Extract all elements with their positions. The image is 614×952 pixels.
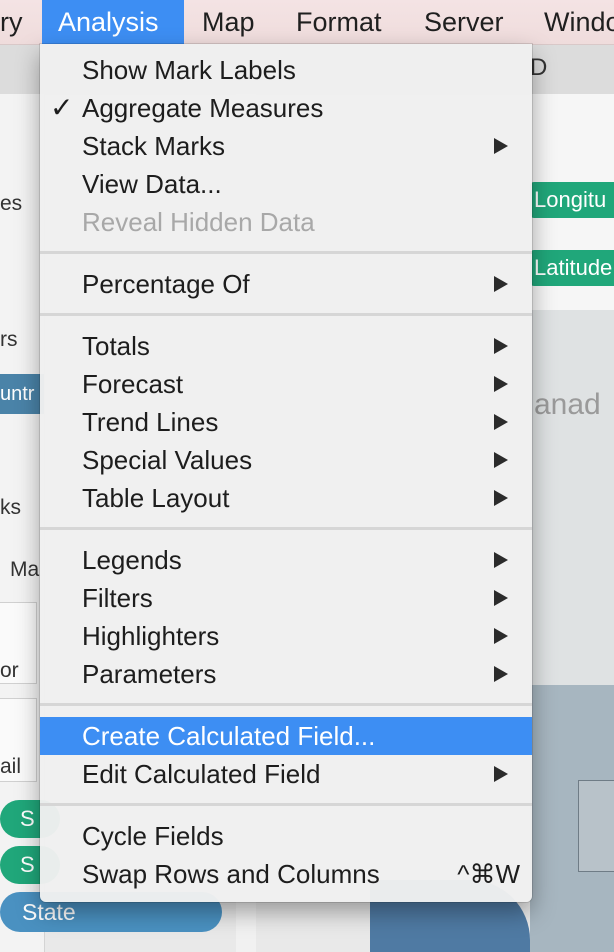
map-state-shape[interactable] bbox=[578, 780, 614, 872]
menu-item-aggregate-measures[interactable]: ✓ Aggregate Measures bbox=[40, 89, 532, 127]
submenu-arrow-icon bbox=[494, 276, 508, 292]
menu-item-reveal-hidden-data: Reveal Hidden Data bbox=[82, 207, 315, 237]
submenu-arrow-icon bbox=[494, 766, 508, 782]
menu-item-table-layout[interactable]: Table Layout bbox=[40, 479, 532, 517]
menu-item-create-calculated-field[interactable]: Create Calculated Field... bbox=[40, 717, 532, 755]
menu-item-trend-lines[interactable]: Trend Lines bbox=[40, 403, 532, 441]
menu-item-swap-rows-and-columns[interactable]: Swap Rows and Columns ^⌘W bbox=[40, 855, 532, 893]
checkmark-icon: ✓ bbox=[50, 92, 74, 123]
analysis-menu: Show Mark Labels ✓ Aggregate Measures St… bbox=[40, 44, 532, 902]
menubar-item-query[interactable]: ry bbox=[0, 0, 39, 44]
menu-separator bbox=[40, 313, 532, 316]
menubar-item-format[interactable]: Format bbox=[280, 0, 398, 44]
pane-label-fragment: rs bbox=[0, 328, 18, 351]
menu-item-show-mark-labels[interactable]: Show Mark Labels bbox=[40, 51, 532, 89]
menu-item-special-values[interactable]: Special Values bbox=[40, 441, 532, 479]
detail-card[interactable]: ail bbox=[0, 698, 37, 782]
submenu-arrow-icon bbox=[494, 666, 508, 682]
keyboard-shortcut: ^⌘W bbox=[457, 859, 520, 889]
submenu-arrow-icon bbox=[494, 490, 508, 506]
menu-item-highlighters[interactable]: Highlighters bbox=[40, 617, 532, 655]
country-field-tab[interactable]: untr bbox=[0, 374, 44, 414]
menubar-item-analysis[interactable]: Analysis bbox=[42, 0, 184, 44]
pane-label-fragment: es bbox=[0, 192, 23, 215]
longitude-pill[interactable]: Longitu bbox=[530, 182, 614, 218]
menubar-item-map[interactable]: Map bbox=[186, 0, 271, 44]
menu-item-totals[interactable]: Totals bbox=[40, 327, 532, 365]
submenu-arrow-icon bbox=[494, 452, 508, 468]
menu-separator bbox=[40, 251, 532, 254]
menu-separator bbox=[40, 803, 532, 806]
submenu-arrow-icon bbox=[494, 414, 508, 430]
menubar-item-server[interactable]: Server bbox=[408, 0, 520, 44]
menu-item-filters[interactable]: Filters bbox=[40, 579, 532, 617]
mark-type-fragment[interactable]: Ma bbox=[10, 558, 39, 582]
submenu-arrow-icon bbox=[494, 338, 508, 354]
submenu-arrow-icon bbox=[494, 376, 508, 392]
latitude-pill[interactable]: Latitude bbox=[530, 250, 614, 286]
menu-item-forecast[interactable]: Forecast bbox=[40, 365, 532, 403]
menu-item-edit-calculated-field[interactable]: Edit Calculated Field bbox=[40, 755, 532, 793]
color-card[interactable]: or bbox=[0, 602, 37, 684]
sheet-title-fragment: D bbox=[530, 54, 548, 81]
submenu-arrow-icon bbox=[494, 590, 508, 606]
menu-item-legends[interactable]: Legends bbox=[40, 541, 532, 579]
menu-item-stack-marks[interactable]: Stack Marks bbox=[40, 127, 532, 165]
menu-separator bbox=[40, 527, 532, 530]
menu-item-percentage-of[interactable]: Percentage Of bbox=[40, 265, 532, 303]
menu-item-view-data[interactable]: View Data... bbox=[40, 165, 532, 203]
submenu-arrow-icon bbox=[494, 628, 508, 644]
submenu-arrow-icon bbox=[494, 138, 508, 154]
menu-item-parameters[interactable]: Parameters bbox=[40, 655, 532, 693]
menu-item-cycle-fields[interactable]: Cycle Fields bbox=[40, 817, 532, 855]
map-label: anad bbox=[534, 388, 601, 421]
marks-label-fragment: ks bbox=[0, 496, 21, 519]
menu-bar: ry Analysis Map Format Server Windo bbox=[0, 0, 614, 45]
submenu-arrow-icon bbox=[494, 552, 508, 568]
menu-separator bbox=[40, 703, 532, 706]
menubar-item-window[interactable]: Windo bbox=[528, 0, 614, 44]
